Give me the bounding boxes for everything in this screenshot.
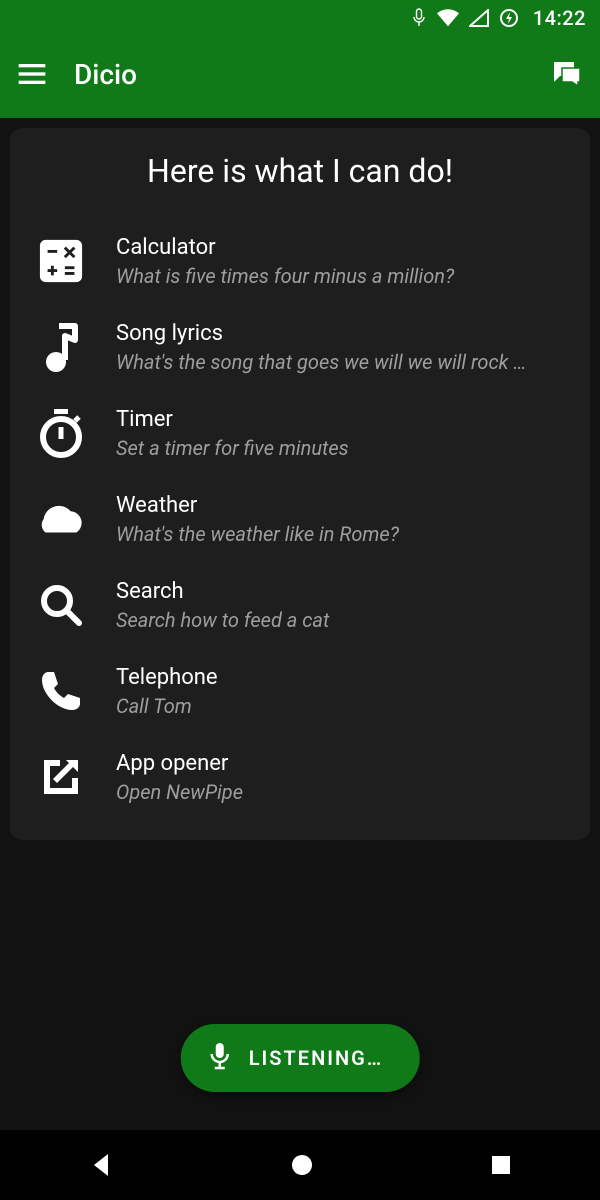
skill-telephone[interactable]: Telephone Call Tom bbox=[34, 648, 566, 734]
skill-subtitle: What's the weather like in Rome? bbox=[116, 522, 566, 546]
open-external-icon bbox=[34, 750, 88, 804]
skill-weather[interactable]: Weather What's the weather like in Rome? bbox=[34, 476, 566, 562]
app-bar: Dicio bbox=[0, 36, 600, 118]
cell-signal-icon bbox=[469, 9, 489, 27]
cloud-icon bbox=[34, 492, 88, 546]
skill-title: Telephone bbox=[116, 665, 566, 690]
skill-timer[interactable]: Timer Set a timer for five minutes bbox=[34, 390, 566, 476]
skill-subtitle: Open NewPipe bbox=[116, 780, 566, 804]
nav-back-button[interactable] bbox=[88, 1152, 114, 1178]
charging-icon bbox=[499, 8, 519, 28]
skill-app-opener[interactable]: App opener Open NewPipe bbox=[34, 734, 566, 820]
chat-icon[interactable] bbox=[552, 60, 582, 88]
listen-label: LISTENING… bbox=[249, 1046, 384, 1070]
skill-subtitle: Search how to feed a cat bbox=[116, 608, 566, 632]
skill-title: Calculator bbox=[116, 235, 566, 260]
skill-title: Timer bbox=[116, 407, 566, 432]
phone-icon bbox=[34, 664, 88, 718]
app-title: Dicio bbox=[74, 58, 524, 91]
hamburger-menu-icon[interactable] bbox=[18, 64, 46, 84]
skill-title: Song lyrics bbox=[116, 321, 566, 346]
timer-icon bbox=[34, 406, 88, 460]
skill-subtitle: What is five times four minus a million? bbox=[116, 264, 566, 288]
skills-card: Here is what I can do! bbox=[10, 128, 590, 840]
skill-title: App opener bbox=[116, 751, 566, 776]
skill-title: Search bbox=[116, 579, 566, 604]
mic-icon bbox=[209, 1041, 231, 1076]
skill-subtitle: What's the song that goes we will we wil… bbox=[116, 350, 566, 374]
card-heading: Here is what I can do! bbox=[34, 152, 566, 190]
status-bar: 14:22 bbox=[0, 0, 600, 36]
music-note-icon bbox=[34, 320, 88, 374]
skill-title: Weather bbox=[116, 493, 566, 518]
skill-subtitle: Set a timer for five minutes bbox=[116, 436, 566, 460]
calculator-icon bbox=[34, 234, 88, 288]
main-content: Here is what I can do! bbox=[0, 118, 600, 1130]
skill-search[interactable]: Search Search how to feed a cat bbox=[34, 562, 566, 648]
nav-recent-button[interactable] bbox=[490, 1154, 512, 1176]
status-time: 14:22 bbox=[533, 6, 586, 30]
skill-subtitle: Call Tom bbox=[116, 694, 566, 718]
navigation-bar bbox=[0, 1130, 600, 1200]
listen-button[interactable]: LISTENING… bbox=[181, 1024, 420, 1092]
mic-status-icon bbox=[411, 8, 427, 28]
nav-home-button[interactable] bbox=[290, 1153, 314, 1177]
wifi-icon bbox=[437, 9, 459, 27]
search-icon bbox=[34, 578, 88, 632]
skill-song-lyrics[interactable]: Song lyrics What's the song that goes we… bbox=[34, 304, 566, 390]
skill-calculator[interactable]: Calculator What is five times four minus… bbox=[34, 218, 566, 304]
